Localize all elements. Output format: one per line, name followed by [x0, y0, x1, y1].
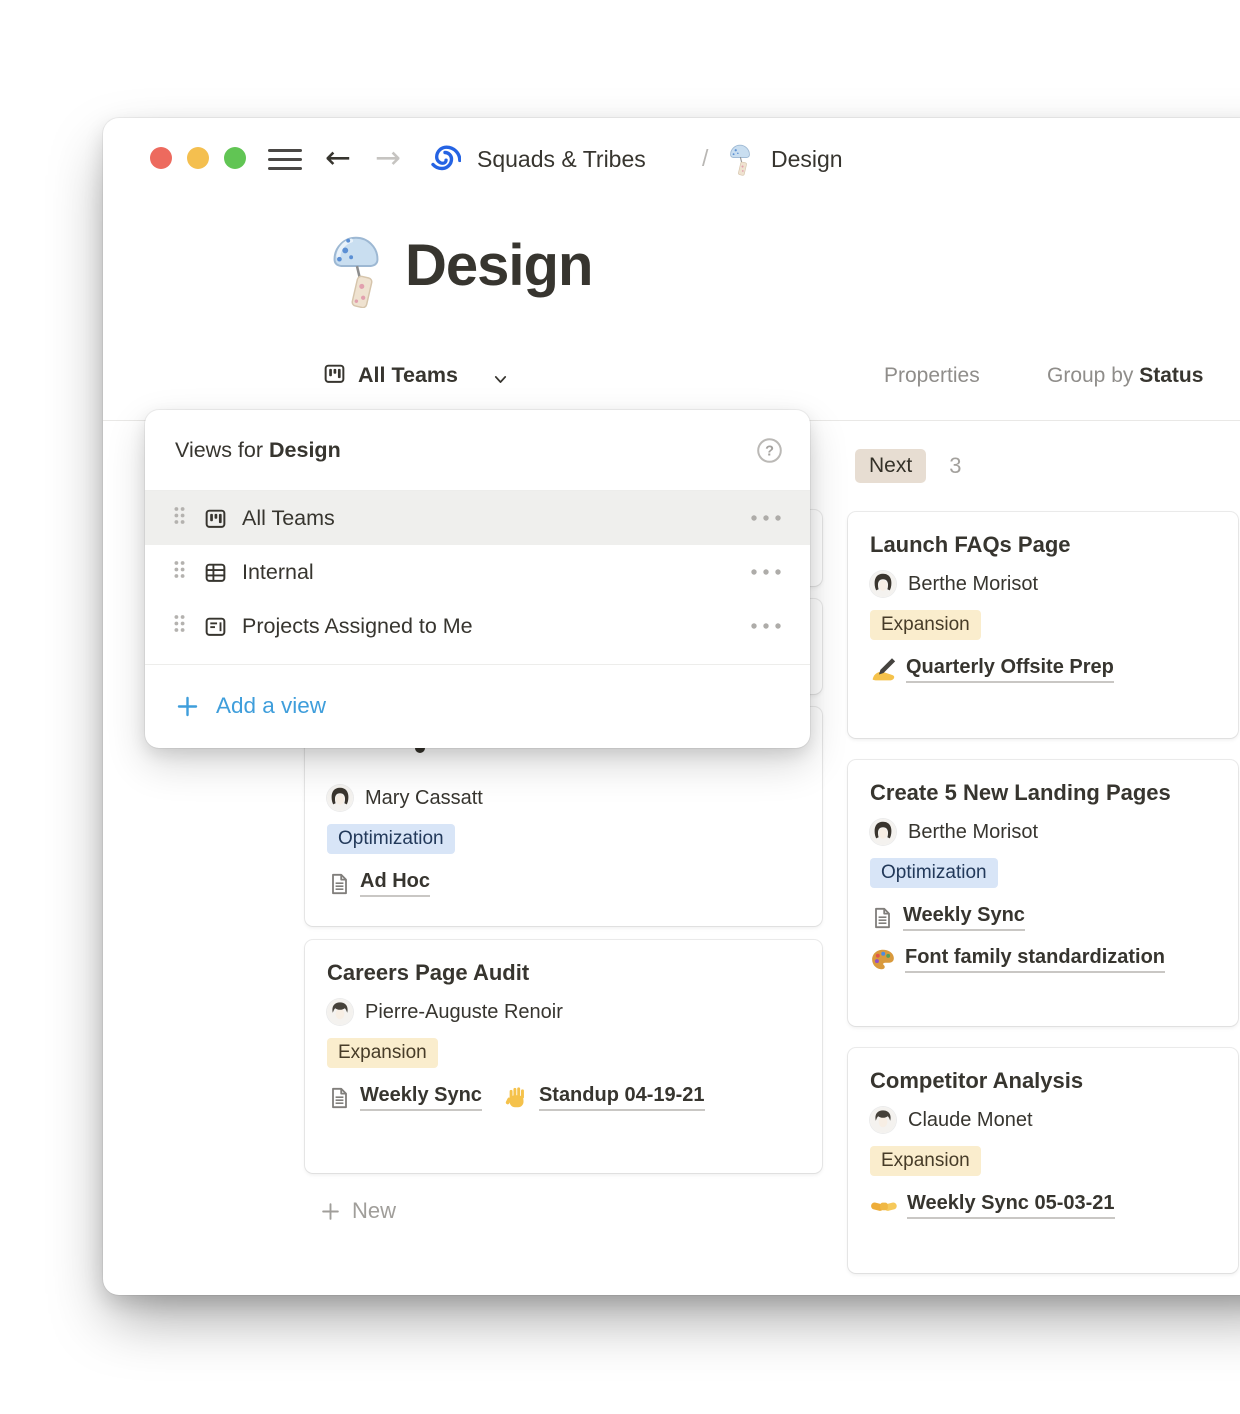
avatar-pierre-auguste-renoir [327, 999, 353, 1025]
page-link[interactable]: Quarterly Offsite Prep [870, 656, 1114, 683]
table-view-icon [203, 560, 228, 585]
back-arrow-icon[interactable]: ← [325, 142, 351, 174]
page-link[interactable]: Font family standardization [870, 946, 1165, 973]
view-option-internal[interactable]: Internal [145, 545, 810, 599]
plus-icon [320, 1201, 341, 1222]
palette-icon [870, 947, 896, 973]
tag-badge: Expansion [870, 610, 981, 640]
page-icon [327, 1086, 351, 1110]
assignee-name: Berthe Morisot [908, 573, 1038, 596]
assignee-row: Pierre-Auguste Renoir [327, 999, 800, 1025]
tag-badge: Optimization [327, 824, 455, 854]
drag-handle-icon[interactable] [173, 613, 186, 639]
page-link[interactable]: Weekly Sync [327, 1084, 482, 1111]
board-view-icon [203, 506, 228, 531]
tag-badge: Expansion [327, 1038, 438, 1068]
breadcrumb-separator: / [702, 145, 708, 172]
list-view-icon [203, 614, 228, 639]
svg-text:?: ? [765, 443, 774, 459]
plus-icon [176, 695, 199, 718]
avatar-berthe-morisot [870, 819, 896, 845]
board-view-icon [322, 361, 347, 391]
add-view-button[interactable]: Add a view [145, 664, 810, 748]
card-title: Competitor Analysis [870, 1068, 1216, 1094]
chevron-down-icon[interactable] [492, 371, 509, 393]
view-option-all-teams[interactable]: All Teams [145, 491, 810, 545]
board-card[interactable]: Competitor Analysis Claude Monet Expansi… [848, 1048, 1238, 1273]
minimize-window-button[interactable] [187, 147, 209, 169]
assignee-row: Mary Cassatt [327, 785, 800, 811]
view-option-label: All Teams [242, 506, 748, 531]
assignee-name: Claude Monet [908, 1109, 1033, 1132]
card-title: Launch FAQs Page [870, 532, 1216, 558]
group-by-value: Status [1139, 364, 1203, 387]
wind-chime-icon [723, 140, 757, 181]
app-window: ← → Squads & Tribes / Design [103, 118, 1240, 1295]
avatar-berthe-morisot [870, 571, 896, 597]
avatar-claude-monet [870, 1107, 896, 1133]
more-options-icon[interactable] [748, 567, 784, 577]
board-card[interactable]: Careers Page Audit Pierre-Auguste Renoir… [305, 940, 822, 1173]
column-header-next[interactable]: Next 3 [855, 449, 961, 483]
view-option-label: Projects Assigned to Me [242, 614, 748, 639]
zoom-window-button[interactable] [224, 147, 246, 169]
avatar-mary-cassatt [327, 785, 353, 811]
page-title[interactable]: Design [405, 232, 592, 299]
page-link[interactable]: Weekly Sync [870, 904, 1025, 931]
card-title: Careers Page Audit [327, 960, 800, 986]
assignee-row: Berthe Morisot [870, 819, 1216, 845]
page-icon-wind-chime[interactable] [317, 226, 395, 313]
page-link[interactable]: Ad Hoc [327, 870, 430, 897]
forward-arrow-icon[interactable]: → [375, 142, 401, 174]
assignee-row: Claude Monet [870, 1107, 1216, 1133]
assignee-name: Mary Cassatt [365, 787, 483, 810]
writing-hand-icon [870, 656, 897, 683]
handshake-icon [870, 1195, 898, 1217]
drag-handle-icon[interactable] [173, 505, 186, 531]
assignee-name: Pierre-Auguste Renoir [365, 1001, 563, 1024]
view-option-label: Internal [242, 560, 748, 585]
current-view-selector[interactable]: All Teams [358, 363, 458, 388]
view-option-projects-assigned-to-me[interactable]: Projects Assigned to Me [145, 599, 810, 653]
page-icon [870, 906, 894, 930]
page-icon [327, 872, 351, 896]
assignee-row: Berthe Morisot [870, 571, 1216, 597]
group-by-button[interactable]: Group by Status [1047, 364, 1203, 388]
tag-badge: Expansion [870, 1146, 981, 1176]
page-link[interactable]: Standup 04-19-21 [504, 1084, 705, 1111]
column-count: 3 [949, 453, 961, 479]
card-title: Create 5 New Landing Pages [870, 780, 1216, 806]
close-window-button[interactable] [150, 147, 172, 169]
views-popup: Views for Design ? [145, 410, 810, 748]
board-card[interactable]: Create 5 New Landing Pages Berthe Moriso… [848, 760, 1238, 1026]
more-options-icon[interactable] [748, 621, 784, 631]
help-icon[interactable]: ? [756, 437, 783, 464]
menu-icon[interactable] [268, 149, 302, 170]
group-by-label: Group by [1047, 364, 1133, 387]
views-popup-heading: Views for Design [175, 438, 341, 463]
status-badge: Next [855, 449, 926, 483]
more-options-icon[interactable] [748, 513, 784, 523]
drag-handle-icon[interactable] [173, 559, 186, 585]
raised-hand-icon [504, 1085, 530, 1111]
properties-button[interactable]: Properties [884, 364, 980, 388]
cyclone-icon [429, 143, 461, 180]
new-card-button[interactable]: New [320, 1198, 396, 1224]
breadcrumb-workspace[interactable]: Squads & Tribes [477, 146, 646, 173]
page-link[interactable]: Weekly Sync 05-03-21 [870, 1192, 1115, 1219]
tag-badge: Optimization [870, 858, 998, 888]
assignee-name: Berthe Morisot [908, 821, 1038, 844]
board-card[interactable]: Launch FAQs Page Berthe Morisot Expansio… [848, 512, 1238, 738]
breadcrumb-page[interactable]: Design [771, 146, 843, 173]
